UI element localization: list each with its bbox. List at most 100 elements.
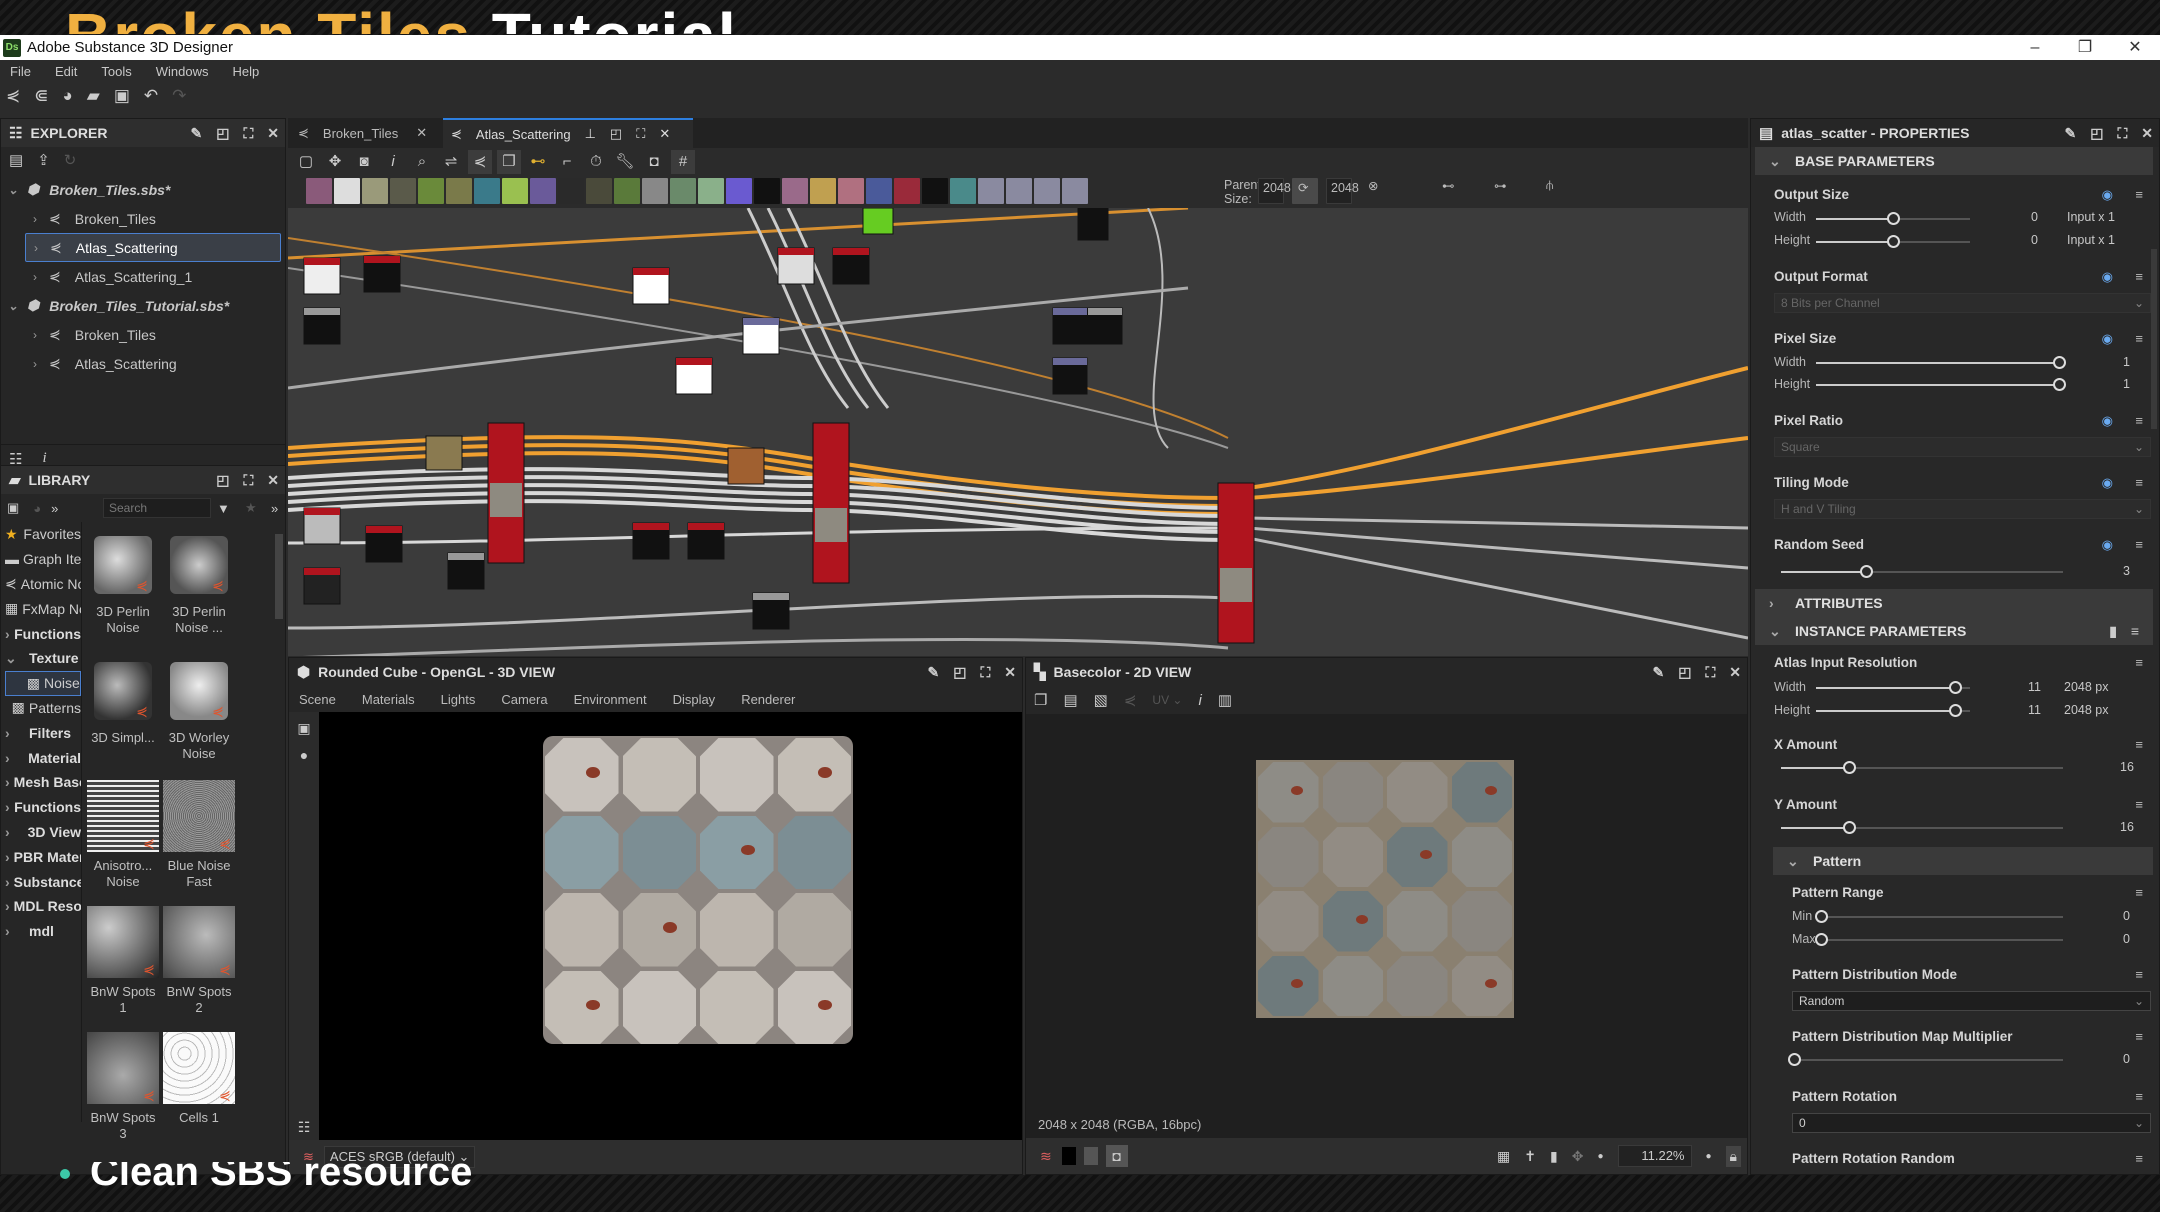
pattern-min-slider[interactable] <box>1815 910 2063 923</box>
slider-knob[interactable] <box>2053 356 2066 369</box>
slider-knob[interactable] <box>1788 1053 1801 1066</box>
tree-graph[interactable]: › ⋞ Broken_Tiles <box>5 320 281 349</box>
chevron-down-icon[interactable]: ⌄ <box>5 183 21 197</box>
library-category[interactable]: ⋞Atomic Nodes <box>5 572 81 597</box>
pin-icon[interactable]: ✎ <box>2064 125 2076 142</box>
zoom-level[interactable]: 11.22% <box>1617 1145 1692 1167</box>
node[interactable] <box>687 522 725 560</box>
pixel-height-value[interactable]: 1 <box>2123 377 2130 391</box>
uv-select[interactable]: UV ⌄ <box>1152 693 1182 707</box>
link-param-icon[interactable]: ◉ <box>2102 537 2113 553</box>
align-icon[interactable]: ❐ <box>497 150 521 174</box>
close-icon[interactable]: ✕ <box>1004 664 1016 681</box>
library-category[interactable]: ›Mesh Based <box>5 770 81 795</box>
more-icon[interactable]: » <box>271 501 278 516</box>
output-height-slider[interactable] <box>1816 235 1970 248</box>
library-category[interactable]: › Material <box>5 745 81 770</box>
node[interactable] <box>752 592 790 630</box>
output-height-value[interactable]: 0 <box>2031 233 2038 247</box>
library-category[interactable]: › Functions <box>5 621 81 646</box>
float-icon[interactable]: ◰ <box>2090 125 2103 142</box>
output-width-slider[interactable] <box>1816 212 1970 225</box>
new-folder-icon[interactable]: ▣ <box>7 500 19 516</box>
node-button-11[interactable] <box>586 178 612 204</box>
library-category[interactable]: ⌄ Texture <box>5 646 81 671</box>
view2d-viewport[interactable]: 2048 x 2048 (RGBA, 16bpc) <box>1026 714 1747 1140</box>
library-thumbnail[interactable]: ⋞ Cells 1 <box>163 1032 235 1126</box>
chevron-right-icon[interactable]: › <box>27 328 43 342</box>
float-icon[interactable]: ◰ <box>1678 664 1691 681</box>
library-category[interactable]: ›MDL Resources <box>5 894 81 919</box>
light-icon[interactable]: ● <box>289 747 319 763</box>
library-category[interactable]: › Substance <box>5 869 81 894</box>
new-package-icon[interactable]: ◕ <box>63 86 73 106</box>
view3d-viewport[interactable] <box>319 712 1022 1142</box>
node-button-12[interactable] <box>614 178 640 204</box>
menu-help[interactable]: Help <box>232 64 259 79</box>
slider-knob[interactable] <box>1948 681 1962 694</box>
chevron-right-icon[interactable]: › <box>27 212 43 226</box>
node-button-1[interactable] <box>306 178 332 204</box>
preset-icon[interactable]: ▮ <box>2109 623 2117 640</box>
library-thumbnail[interactable]: ⋞ 3D Perlin Noise <box>87 528 159 636</box>
node[interactable] <box>303 307 341 345</box>
library-thumbnail[interactable]: ⋞ Anisotro... Noise <box>87 780 159 890</box>
pattern-min-value[interactable]: 0 <box>2123 909 2130 923</box>
atlas-width-slider[interactable] <box>1816 681 1970 694</box>
pin-icon[interactable]: ✎ <box>190 125 202 142</box>
reload-icon[interactable]: ↻ <box>64 151 77 169</box>
link-param-icon[interactable]: ◉ <box>2102 269 2113 285</box>
close-icon[interactable]: ✕ <box>2141 125 2153 142</box>
library-category[interactable]: ›PBR Materials <box>5 844 81 869</box>
section-instance-parameters[interactable]: ⌄ INSTANCE PARAMETERS ≡ ▮ <box>1755 617 2153 645</box>
node-button-13[interactable] <box>642 178 668 204</box>
param-menu-icon[interactable]: ≡ <box>2135 187 2143 202</box>
node-button-21[interactable] <box>866 178 892 204</box>
channels-icon[interactable] <box>1083 1147 1098 1165</box>
node-button-16[interactable] <box>726 178 752 204</box>
x-amount-slider[interactable] <box>1781 761 2063 774</box>
node-button-27[interactable] <box>1034 178 1060 204</box>
view3d-menu-camera[interactable]: Camera <box>501 692 547 707</box>
float-icon[interactable]: ◰ <box>953 664 966 681</box>
library-thumbnail[interactable]: ⋞ BnW Spots 1 <box>87 906 159 1016</box>
new-package-icon[interactable]: ◕ <box>33 501 41 516</box>
library-thumbnail[interactable]: ⋞ 3D Perlin Noise ... <box>163 528 235 636</box>
undo-icon[interactable]: ↶ <box>144 86 158 106</box>
copy-icon[interactable]: ❐ <box>1034 691 1047 709</box>
link-icon[interactable]: ⟳ <box>1292 178 1318 204</box>
library-category[interactable]: › mdl <box>5 919 81 944</box>
redo-icon[interactable]: ↷ <box>172 86 186 106</box>
node-button-22[interactable] <box>894 178 920 204</box>
menu-windows[interactable]: Windows <box>156 64 209 79</box>
pixel-width-slider[interactable] <box>1816 356 2066 369</box>
chevron-down-icon[interactable]: ⌄ <box>5 299 21 313</box>
slider-knob[interactable] <box>1815 910 1828 923</box>
atlas-width-value[interactable]: 11 <box>2028 680 2041 694</box>
y-amount-value[interactable]: 16 <box>2120 820 2134 834</box>
library-category[interactable]: ▩ Noise <box>5 670 81 696</box>
tile-grid-icon[interactable]: ▦ <box>1497 1148 1510 1165</box>
reset-view-icon[interactable]: ✥ <box>323 150 347 174</box>
black-bg-icon[interactable] <box>1061 1147 1076 1165</box>
menu-file[interactable]: File <box>10 64 31 79</box>
parent-size-height-select[interactable]: 2048 ⌄ <box>1326 178 1359 222</box>
maximize-icon[interactable]: ⛶ <box>980 664 990 681</box>
node-button-2[interactable] <box>334 178 360 204</box>
x-amount-value[interactable]: 16 <box>2120 760 2134 774</box>
slider-knob[interactable] <box>1842 821 1856 834</box>
float-icon[interactable]: ◰ <box>216 125 229 142</box>
node-button-28[interactable] <box>1062 178 1088 204</box>
node[interactable] <box>1087 307 1123 345</box>
histogram-icon[interactable]: ▥ <box>1218 691 1232 709</box>
menu-edit[interactable]: Edit <box>55 64 77 79</box>
slider-knob[interactable] <box>1842 761 1856 774</box>
pattern-dist-map-mult-value[interactable]: 0 <box>2123 1052 2130 1066</box>
close-icon[interactable]: ✕ <box>267 472 279 489</box>
param-menu-icon[interactable]: ≡ <box>2135 413 2143 428</box>
tree-graph[interactable]: › ⋞ Atlas_Scattering_1 <box>5 262 281 291</box>
library-category[interactable]: ▦FxMap Nodes <box>5 596 81 621</box>
node-button-7[interactable] <box>474 178 500 204</box>
maximize-icon[interactable]: ⛶ <box>243 472 253 489</box>
view3d-menu-lights[interactable]: Lights <box>441 692 476 707</box>
